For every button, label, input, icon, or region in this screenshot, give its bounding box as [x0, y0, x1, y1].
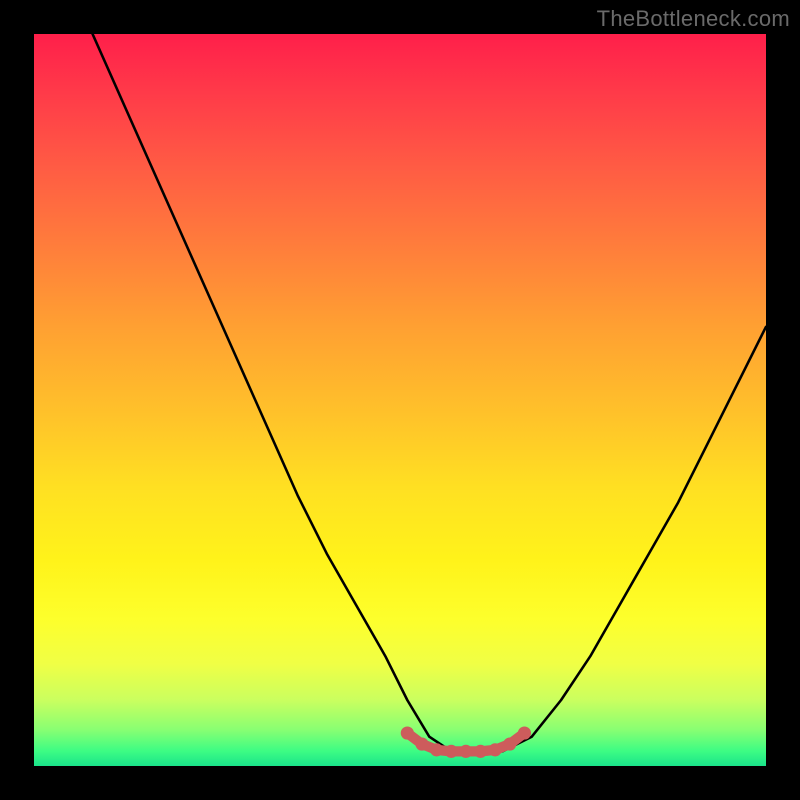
bottleneck-curve-path [93, 34, 766, 751]
optimal-band-dot [518, 726, 531, 739]
optimal-band-dot [503, 737, 516, 750]
watermark-text: TheBottleneck.com [597, 6, 790, 32]
optimal-band-dot [415, 737, 428, 750]
chart-frame: TheBottleneck.com [0, 0, 800, 800]
optimal-band-dot [459, 745, 472, 758]
optimal-band-dot [430, 743, 443, 756]
optimal-band-dot [445, 745, 458, 758]
optimal-band-dot [401, 726, 414, 739]
plot-area [34, 34, 766, 766]
curve-layer [34, 34, 766, 766]
optimal-band-dot [489, 743, 502, 756]
optimal-band-dot [474, 745, 487, 758]
optimal-band-dots [401, 726, 531, 757]
